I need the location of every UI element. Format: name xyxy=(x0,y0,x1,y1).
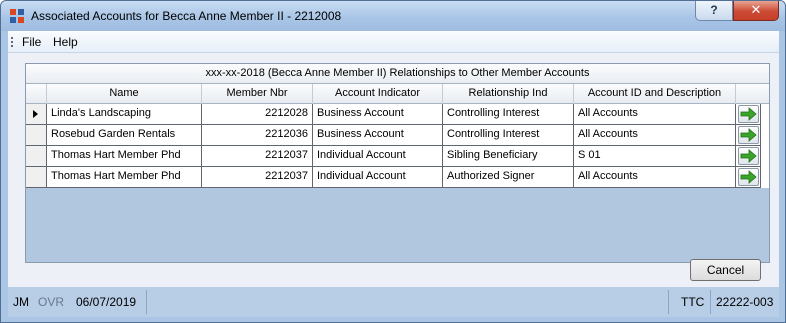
row-selector[interactable] xyxy=(26,167,47,188)
column-header-account-indicator[interactable]: Account Indicator xyxy=(313,84,443,104)
status-user: JM xyxy=(13,295,29,309)
open-account-button[interactable] xyxy=(738,168,759,186)
row-selector[interactable] xyxy=(26,125,47,146)
cell-relationship-ind[interactable]: Authorized Signer xyxy=(443,167,574,188)
table-row[interactable]: Thomas Hart Member Phd 2212037 Individua… xyxy=(26,167,769,188)
grid-caption: xxx-xx-2018 (Becca Anne Member II) Relat… xyxy=(26,64,769,84)
cell-account-id[interactable]: All Accounts xyxy=(574,125,736,146)
status-divider xyxy=(668,290,669,314)
row-selector[interactable] xyxy=(26,146,47,167)
green-right-arrow-icon xyxy=(740,128,757,142)
associated-accounts-dialog: Associated Accounts for Becca Anne Membe… xyxy=(0,0,786,323)
grid-header: Name Member Nbr Account Indicator Relati… xyxy=(26,84,769,104)
cell-account-indicator[interactable]: Business Account xyxy=(313,104,443,125)
go-cell xyxy=(736,104,761,125)
menu-bar: File Help xyxy=(8,31,779,53)
cell-name[interactable]: Rosebud Garden Rentals xyxy=(47,125,202,146)
cell-relationship-ind[interactable]: Sibling Beneficiary xyxy=(443,146,574,167)
open-account-button[interactable] xyxy=(738,147,759,165)
cell-name[interactable]: Linda's Landscaping xyxy=(47,104,202,125)
header-row-selector xyxy=(26,84,47,104)
column-header-name[interactable]: Name xyxy=(47,84,202,104)
menu-grip-icon xyxy=(11,37,13,47)
cell-member-nbr[interactable]: 2212037 xyxy=(202,146,313,167)
green-right-arrow-icon xyxy=(740,149,757,163)
help-button[interactable]: ? xyxy=(695,1,733,21)
status-divider xyxy=(710,290,711,314)
cell-account-indicator[interactable]: Individual Account xyxy=(313,167,443,188)
menu-help[interactable]: Help xyxy=(53,35,78,49)
cell-account-id[interactable]: S 01 xyxy=(574,146,736,167)
cell-account-id[interactable]: All Accounts xyxy=(574,104,736,125)
cell-relationship-ind[interactable]: Controlling Interest xyxy=(443,104,574,125)
cell-account-indicator[interactable]: Business Account xyxy=(313,125,443,146)
close-button[interactable]: ✕ xyxy=(733,1,779,21)
column-header-relationship-ind[interactable]: Relationship Ind xyxy=(443,84,574,104)
status-ttc-label: TTC xyxy=(681,295,705,309)
app-logo-icon xyxy=(10,9,24,23)
open-account-button[interactable] xyxy=(738,126,759,144)
status-divider xyxy=(146,290,147,314)
row-selector[interactable] xyxy=(26,104,47,125)
title-bar[interactable]: Associated Accounts for Becca Anne Membe… xyxy=(1,1,785,31)
current-row-indicator-icon xyxy=(33,110,38,118)
cell-relationship-ind[interactable]: Controlling Interest xyxy=(443,125,574,146)
column-header-member-nbr[interactable]: Member Nbr xyxy=(202,84,313,104)
cancel-button[interactable]: Cancel xyxy=(690,259,761,281)
relationships-grid: xxx-xx-2018 (Becca Anne Member II) Relat… xyxy=(25,63,770,263)
cell-account-id[interactable]: All Accounts xyxy=(574,167,736,188)
go-cell xyxy=(736,146,761,167)
green-right-arrow-icon xyxy=(740,107,757,121)
open-account-button[interactable] xyxy=(738,105,759,123)
column-header-actions xyxy=(736,84,769,104)
status-date: 06/07/2019 xyxy=(76,295,137,309)
table-row[interactable]: Linda's Landscaping 2212028 Business Acc… xyxy=(26,104,769,125)
cell-name[interactable]: Thomas Hart Member Phd xyxy=(47,167,202,188)
status-ttc-code: 22222-003 xyxy=(716,295,774,309)
window-title: Associated Accounts for Becca Anne Membe… xyxy=(31,9,342,23)
status-bar: JM OVR 06/07/2019 TTC 22222-003 xyxy=(8,287,779,317)
cell-name[interactable]: Thomas Hart Member Phd xyxy=(47,146,202,167)
cell-member-nbr[interactable]: 2212028 xyxy=(202,104,313,125)
go-cell xyxy=(736,167,761,188)
green-right-arrow-icon xyxy=(740,170,757,184)
column-header-account-id[interactable]: Account ID and Description xyxy=(574,84,736,104)
content-area: xxx-xx-2018 (Becca Anne Member II) Relat… xyxy=(8,53,779,287)
cell-member-nbr[interactable]: 2212037 xyxy=(202,167,313,188)
table-row[interactable]: Thomas Hart Member Phd 2212037 Individua… xyxy=(26,146,769,167)
table-row[interactable]: Rosebud Garden Rentals 2212036 Business … xyxy=(26,125,769,146)
cell-account-indicator[interactable]: Individual Account xyxy=(313,146,443,167)
cell-member-nbr[interactable]: 2212036 xyxy=(202,125,313,146)
go-cell xyxy=(736,125,761,146)
menu-file[interactable]: File xyxy=(22,35,41,49)
status-ovr: OVR xyxy=(38,295,65,309)
